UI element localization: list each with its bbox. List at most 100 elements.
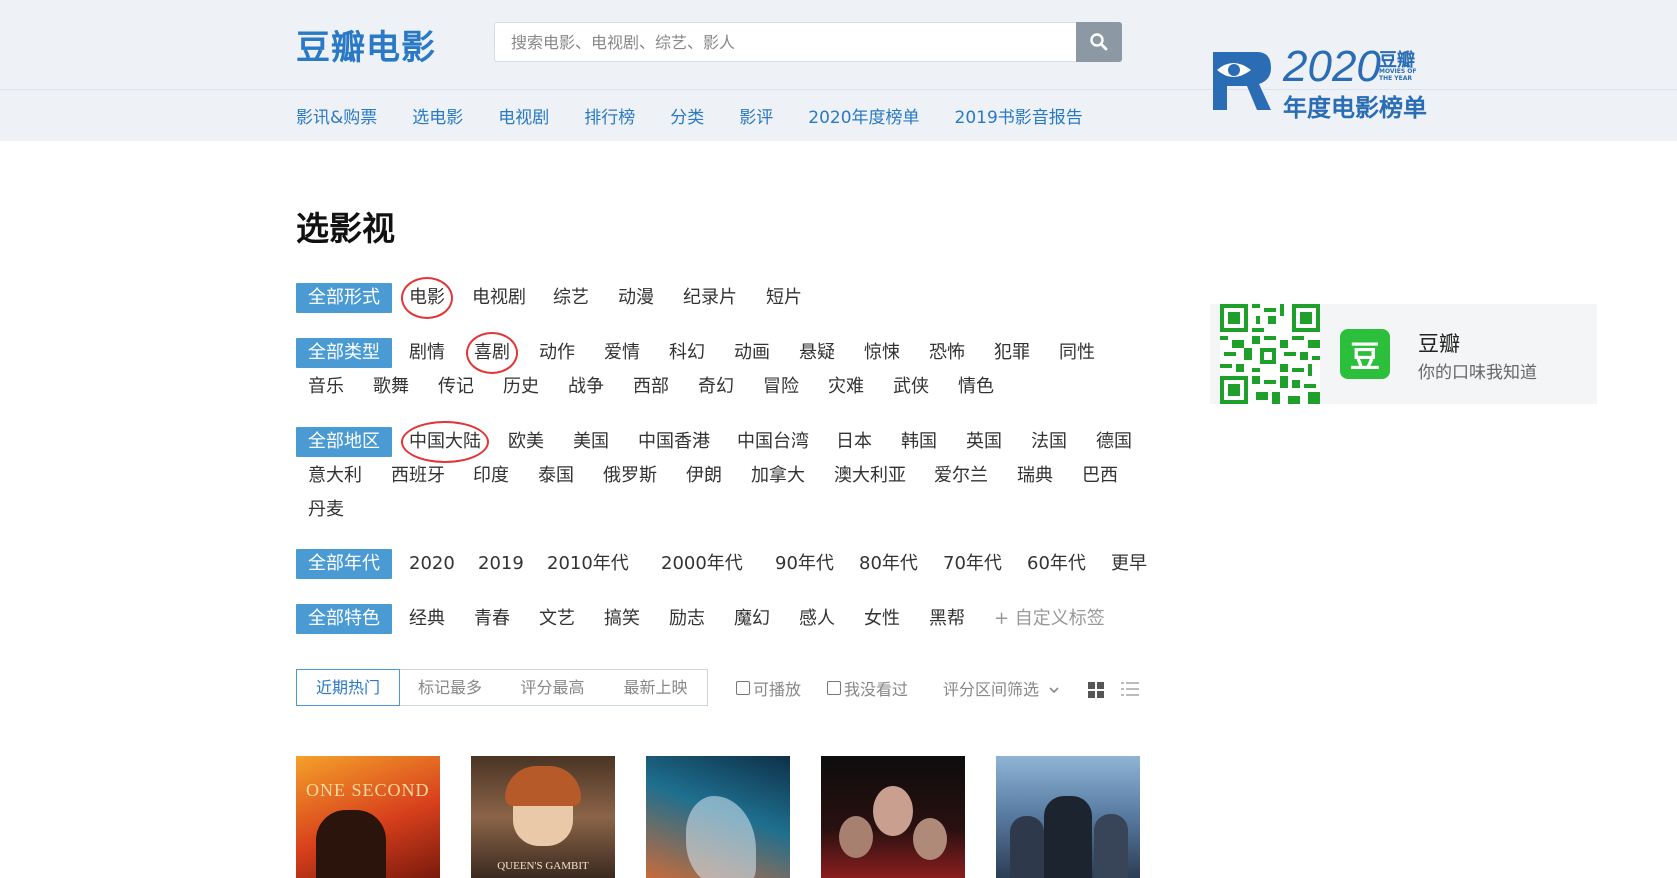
filter-option[interactable]: 泰国: [538, 461, 574, 491]
filter-option[interactable]: 歌舞: [373, 372, 409, 402]
app-download-card[interactable]: 豆 豆瓣 你的口味我知道: [1210, 304, 1597, 404]
filter-option[interactable]: 电视剧: [472, 283, 526, 313]
movie-poster[interactable]: [646, 756, 790, 878]
filter-option[interactable]: 传记: [438, 372, 474, 402]
filter-option[interactable]: 感人: [799, 604, 835, 634]
filter-option[interactable]: 日本: [836, 427, 872, 457]
filter-option[interactable]: 动漫: [618, 283, 654, 313]
filter-option[interactable]: 爱情: [604, 338, 640, 368]
checkbox-box[interactable]: [736, 681, 750, 695]
filter-option[interactable]: 瑞典: [1017, 461, 1053, 491]
filter-option[interactable]: 法国: [1031, 427, 1067, 457]
sort-tab-hot[interactable]: 近期热门: [296, 669, 400, 706]
filter-option[interactable]: 丹麦: [308, 495, 344, 525]
filter-option[interactable]: 青春: [474, 604, 510, 634]
rating-range-dropdown[interactable]: 评分区间筛选: [943, 676, 1060, 700]
site-logo[interactable]: 豆瓣电影: [296, 20, 436, 69]
filter-option[interactable]: 战争: [568, 372, 604, 402]
filter-option[interactable]: 犯罪: [994, 338, 1030, 368]
playable-checkbox[interactable]: 可播放: [736, 676, 801, 700]
filter-option[interactable]: 美国: [573, 427, 609, 457]
filter-option[interactable]: 情色: [958, 372, 994, 402]
nav-item-reviews[interactable]: 影评: [739, 103, 773, 128]
filter-option[interactable]: 黑帮: [929, 604, 965, 634]
filter-all-feature[interactable]: 全部特色: [296, 604, 392, 634]
sort-tab-most-marked[interactable]: 标记最多: [399, 670, 501, 705]
movie-poster[interactable]: [821, 756, 965, 878]
filter-option[interactable]: 经典: [409, 604, 445, 634]
filter-option[interactable]: 搞笑: [604, 604, 640, 634]
filter-option[interactable]: 中国香港: [638, 427, 710, 457]
filter-option[interactable]: 2020: [409, 549, 455, 579]
filter-option[interactable]: 意大利: [308, 461, 362, 491]
filter-option[interactable]: 科幻: [669, 338, 705, 368]
filter-option[interactable]: 灾难: [828, 372, 864, 402]
filter-option[interactable]: 中国大陆: [401, 421, 489, 463]
filter-option[interactable]: 2010年代: [547, 549, 629, 579]
movie-poster[interactable]: [996, 756, 1140, 878]
sort-tab-top-rated[interactable]: 评分最高: [501, 670, 604, 705]
filter-option[interactable]: 爱尔兰: [934, 461, 988, 491]
filter-option[interactable]: 武侠: [893, 372, 929, 402]
filter-option[interactable]: 韩国: [901, 427, 937, 457]
nav-item-select-movie[interactable]: 选电影: [412, 103, 463, 128]
search-button[interactable]: [1076, 22, 1122, 62]
filter-option[interactable]: 英国: [966, 427, 1002, 457]
filter-option[interactable]: 动作: [539, 338, 575, 368]
filter-option[interactable]: 中国台湾: [737, 427, 809, 457]
filter-option[interactable]: 文艺: [539, 604, 575, 634]
filter-option[interactable]: 纪录片: [683, 283, 737, 313]
filter-option[interactable]: 魔幻: [734, 604, 770, 634]
filter-option[interactable]: 印度: [473, 461, 509, 491]
filter-all-form[interactable]: 全部形式: [296, 283, 392, 313]
filter-option[interactable]: 2019: [478, 549, 524, 579]
filter-option[interactable]: 巴西: [1082, 461, 1118, 491]
filter-option[interactable]: 惊悚: [864, 338, 900, 368]
nav-item-rankings[interactable]: 排行榜: [584, 103, 635, 128]
filter-option[interactable]: 奇幻: [698, 372, 734, 402]
filter-option[interactable]: 动画: [734, 338, 770, 368]
filter-option[interactable]: 喜剧: [466, 332, 518, 374]
filter-option[interactable]: 西部: [633, 372, 669, 402]
filter-option[interactable]: 女性: [864, 604, 900, 634]
filter-option[interactable]: 历史: [503, 372, 539, 402]
filter-option[interactable]: 欧美: [508, 427, 544, 457]
nav-item-tv[interactable]: 电视剧: [498, 103, 549, 128]
filter-option[interactable]: 电影: [401, 277, 453, 319]
filter-option[interactable]: 冒险: [763, 372, 799, 402]
nav-item-categories[interactable]: 分类: [670, 103, 704, 128]
sort-tab-latest[interactable]: 最新上映: [604, 670, 707, 705]
movie-poster[interactable]: ONE SECOND: [296, 756, 440, 878]
filter-option[interactable]: 80年代: [859, 549, 918, 579]
filter-option[interactable]: 2000年代: [661, 549, 743, 579]
unseen-checkbox[interactable]: 我没看过: [827, 676, 908, 700]
filter-option[interactable]: 同性: [1059, 338, 1095, 368]
filter-option[interactable]: 剧情: [409, 338, 445, 368]
add-custom-tag-button[interactable]: + 自定义标签: [994, 604, 1105, 634]
filter-option[interactable]: 励志: [669, 604, 705, 634]
filter-option[interactable]: 德国: [1096, 427, 1132, 457]
grid-view-icon[interactable]: [1088, 682, 1104, 698]
nav-item-2020-list[interactable]: 2020年度榜单: [808, 103, 919, 128]
filter-option[interactable]: 综艺: [553, 283, 589, 313]
nav-item-2019-report[interactable]: 2019书影音报告: [955, 103, 1083, 128]
filter-option[interactable]: 短片: [766, 283, 802, 313]
filter-option[interactable]: 60年代: [1027, 549, 1086, 579]
filter-option[interactable]: 音乐: [308, 372, 344, 402]
filter-option[interactable]: 更早: [1111, 549, 1147, 579]
annual-list-banner[interactable]: 2020 豆瓣 MOVIES OF THE YEAR 年度电影榜单: [1205, 42, 1427, 122]
filter-all-region[interactable]: 全部地区: [296, 427, 392, 457]
movie-poster[interactable]: QUEEN'S GAMBIT: [471, 756, 615, 878]
checkbox-box[interactable]: [827, 681, 841, 695]
filter-option[interactable]: 伊朗: [686, 461, 722, 491]
filter-option[interactable]: 西班牙: [391, 461, 445, 491]
filter-option[interactable]: 70年代: [943, 549, 1002, 579]
search-input[interactable]: [495, 23, 1077, 61]
filter-option[interactable]: 俄罗斯: [603, 461, 657, 491]
filter-option[interactable]: 澳大利亚: [834, 461, 906, 491]
nav-item-tickets[interactable]: 影讯&购票: [296, 103, 377, 128]
list-view-icon[interactable]: [1121, 681, 1139, 697]
filter-option[interactable]: 加拿大: [751, 461, 805, 491]
filter-all-genre[interactable]: 全部类型: [296, 338, 392, 368]
filter-option[interactable]: 悬疑: [799, 338, 835, 368]
